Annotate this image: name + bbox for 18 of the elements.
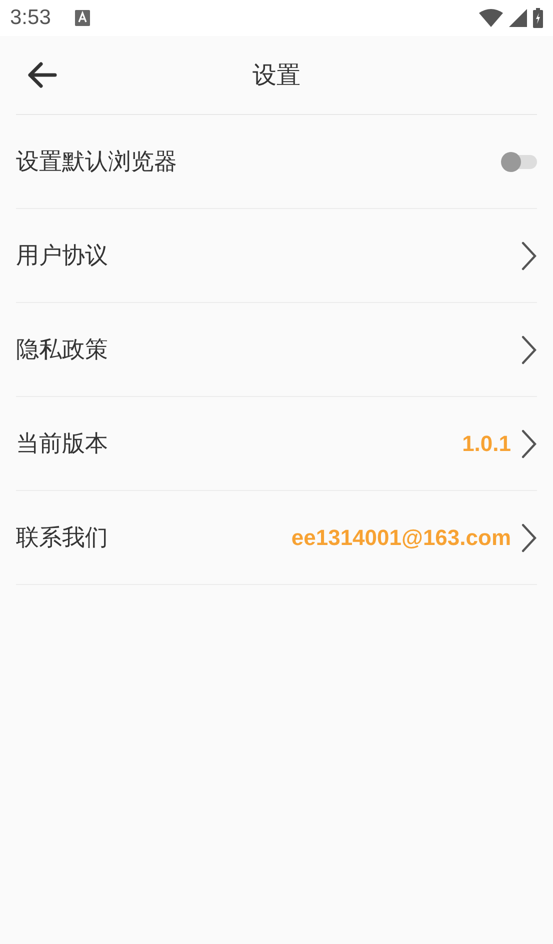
- setting-label: 隐私政策: [16, 336, 108, 365]
- signal-icon: [509, 9, 527, 27]
- setting-label: 设置默认浏览器: [16, 148, 177, 177]
- page-title: 设置: [252, 60, 300, 91]
- notification-icon: [74, 10, 90, 26]
- chevron-right-icon[interactable]: [521, 334, 537, 364]
- chevron-right-icon[interactable]: [521, 428, 537, 458]
- chevron-right-icon[interactable]: [521, 522, 537, 552]
- status-time: 3:53: [10, 6, 51, 30]
- setting-value: 1.0.1: [462, 430, 511, 456]
- setting-label: 联系我们: [16, 524, 108, 553]
- toggle-switch[interactable]: [501, 150, 537, 172]
- setting-value: ee1314001@163.com: [291, 524, 511, 550]
- setting-label: 当前版本: [16, 430, 108, 459]
- chevron-right-icon[interactable]: [521, 240, 537, 270]
- battery-icon: [533, 8, 543, 28]
- setting-label: 用户协议: [16, 242, 108, 271]
- wifi-icon: [479, 9, 503, 27]
